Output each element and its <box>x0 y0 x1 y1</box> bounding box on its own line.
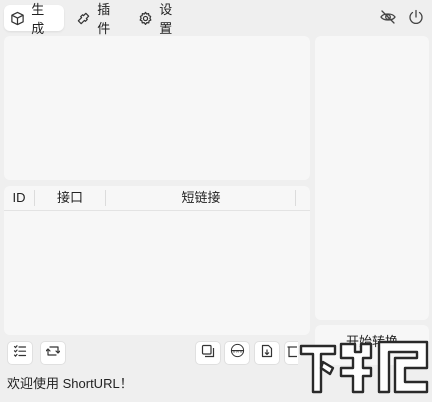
column-header-endpoint[interactable]: 接口 <box>35 186 105 210</box>
select-all-button[interactable] <box>7 341 33 365</box>
url-input-area[interactable] <box>4 36 310 180</box>
tab-plugins[interactable]: 插件 <box>70 2 130 36</box>
swap-icon <box>45 344 61 363</box>
delete-button[interactable] <box>284 341 298 365</box>
copy-icon <box>201 344 215 363</box>
export-icon <box>260 344 274 363</box>
table-header: ID 接口 短链接 <box>4 186 310 211</box>
puzzle-icon <box>76 10 91 26</box>
svg-text:www: www <box>232 350 243 355</box>
column-divider <box>295 190 296 206</box>
cube-icon <box>10 10 25 26</box>
power-icon[interactable] <box>407 8 425 26</box>
export-button[interactable] <box>254 341 280 365</box>
eye-off-icon[interactable] <box>379 8 397 26</box>
refresh-button[interactable] <box>40 341 66 365</box>
www-icon: www <box>230 343 245 363</box>
tab-generate[interactable]: 生成 <box>4 2 64 36</box>
output-panel[interactable] <box>315 36 429 320</box>
column-header-short-link[interactable]: 短链接 <box>106 186 296 210</box>
tab-plugins-label: 插件 <box>97 2 111 36</box>
tab-settings-label: 设置 <box>159 2 173 36</box>
open-web-button[interactable]: www <box>224 341 250 365</box>
watermark-logo <box>297 328 432 397</box>
copy-button[interactable] <box>195 341 221 365</box>
delete-icon <box>287 344 297 363</box>
tab-settings[interactable]: 设置 <box>132 2 192 36</box>
checklist-icon <box>13 344 27 363</box>
column-header-id[interactable]: ID <box>4 186 34 210</box>
tab-generate-label: 生成 <box>31 2 45 36</box>
gear-icon <box>138 10 153 26</box>
status-text: 欢迎使用 ShortURL！ <box>7 376 133 391</box>
top-bar: 生成 插件 设置 <box>0 0 432 36</box>
